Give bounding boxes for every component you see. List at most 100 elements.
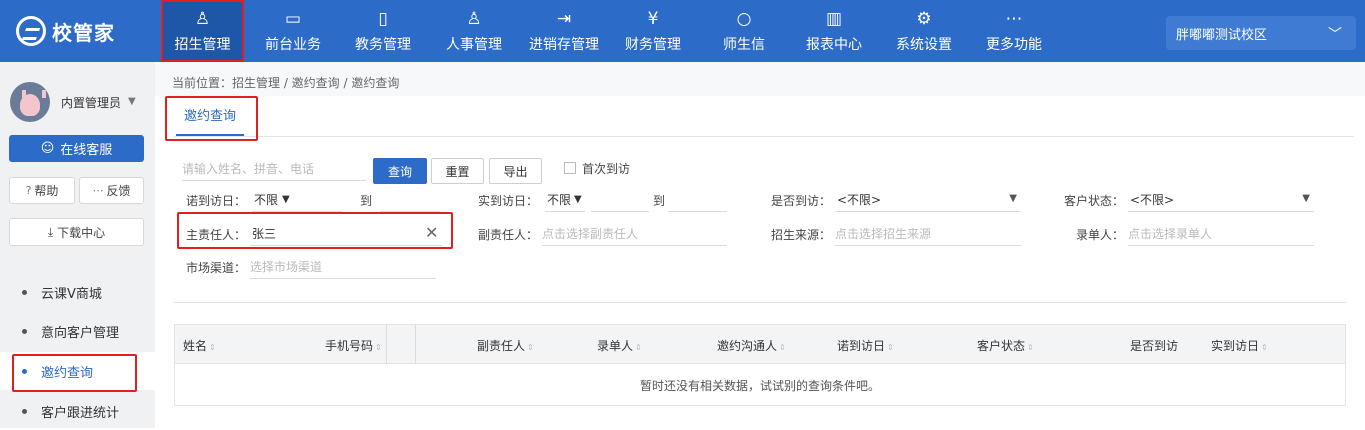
sidebar-item-intended-customers[interactable]: 意向客户管理 — [0, 312, 155, 350]
download-center-button[interactable]: ⤓ 下载中心 — [9, 218, 144, 246]
actual-date-start-select[interactable]: 不限 ▼ — [545, 188, 585, 212]
search-input-wrapper — [182, 157, 366, 181]
gear-icon: ⚙ — [916, 8, 932, 29]
deputy-input-wrapper — [542, 222, 727, 246]
caret-down-icon[interactable]: ▼ — [128, 96, 136, 107]
source-label: 招生来源： — [771, 228, 832, 242]
breadcrumb: 当前位置：招生管理 / 邀约查询 / 邀约查询 — [172, 76, 400, 90]
nav-label: 招生管理 — [174, 36, 231, 53]
nav-label: 更多功能 — [986, 36, 1042, 53]
nav-inventory-management[interactable]: ⇥ 进销存管理 — [522, 0, 606, 62]
sort-icon: ⇕ — [887, 343, 894, 352]
sort-icon: ⇕ — [635, 343, 642, 352]
sidebar: 内置管理员 ▼ ☺ 在线客服 ? 帮助 ⋯ 反馈 ⤓ 下载中心 云课V商城 意向… — [0, 62, 155, 428]
column-separator — [386, 325, 387, 364]
column-header-promise-date[interactable]: 诺到访日 ⇕ — [837, 337, 894, 354]
source-input-wrapper — [835, 222, 1021, 246]
sidebar-item-yunke-mall[interactable]: 云课V商城 — [0, 273, 155, 311]
chat-bubble-icon: ○ — [736, 8, 752, 29]
visited-select[interactable]: <不限> ▼ — [835, 188, 1021, 212]
search-input[interactable] — [182, 157, 366, 180]
sidebar-item-followup-stats[interactable]: 客户跟进统计 — [0, 392, 155, 430]
column-separator — [415, 325, 416, 364]
first-visit-checkbox[interactable] — [564, 162, 576, 174]
nav-label: 系统设置 — [896, 36, 952, 53]
feedback-button[interactable]: ⋯ 反馈 — [79, 177, 144, 204]
actual-date-end-input[interactable] — [668, 188, 727, 212]
clear-icon[interactable]: ✕ — [425, 223, 438, 242]
sidebar-item-label: 客户跟进统计 — [41, 405, 120, 421]
recorder-label: 录单人： — [1076, 228, 1125, 242]
deputy-input[interactable] — [542, 222, 727, 245]
avatar[interactable] — [10, 82, 50, 122]
yen-shield-icon: ¥ — [647, 8, 659, 29]
sidebar-item-label: 邀约查询 — [41, 365, 94, 381]
nav-teacher-student-messages[interactable]: ○ 师生信 — [705, 0, 783, 62]
sort-icon: ⇕ — [1027, 343, 1034, 352]
visited-label: 是否到访： — [771, 194, 832, 208]
actual-date-start-value: 不限 — [547, 193, 572, 207]
status-select[interactable]: <不限> ▼ — [1128, 188, 1314, 212]
owner-input[interactable]: 张三 — [250, 222, 442, 246]
column-header-visited[interactable]: 是否到访 — [1130, 337, 1178, 354]
nav-report-center[interactable]: ▥ 报表中心 — [795, 0, 873, 62]
caret-down-icon: ▼ — [1009, 193, 1017, 204]
nav-front-desk[interactable]: ▭ 前台业务 — [254, 0, 332, 62]
column-header-phone[interactable]: 手机号码 ⇕ — [325, 337, 382, 354]
more-dots-icon: ⋯ — [1005, 8, 1023, 29]
online-service-label: 在线客服 — [60, 143, 113, 158]
column-header-recorder[interactable]: 录单人 ⇕ — [597, 337, 642, 354]
sort-icon: ⇕ — [527, 343, 534, 352]
query-button[interactable]: 查询 — [373, 158, 427, 184]
column-header-actual-date[interactable]: 实到访日 ⇕ — [1211, 337, 1268, 354]
bullet-dot-icon — [22, 368, 27, 374]
recorder-input[interactable] — [1128, 222, 1314, 245]
logo[interactable]: 校管家 — [16, 14, 115, 48]
nav-hr-management[interactable]: ♙ 人事管理 — [435, 0, 513, 62]
nav-system-settings[interactable]: ⚙ 系统设置 — [885, 0, 963, 62]
message-dots-icon: ⋯ — [92, 184, 104, 197]
channel-input[interactable] — [250, 255, 436, 278]
source-input[interactable] — [835, 222, 1021, 245]
campus-selector[interactable]: 胖嘟嘟测试校区 ﹀ — [1166, 16, 1356, 50]
sidebar-item-label: 云课V商城 — [41, 286, 102, 302]
sidebar-item-label: 意向客户管理 — [41, 325, 120, 341]
nav-label: 报表中心 — [806, 36, 862, 53]
column-header-name[interactable]: 姓名 ⇕ — [183, 337, 216, 354]
person-plus-icon: ♙ — [194, 8, 211, 29]
nav-enrollment-management[interactable]: ♙ 招生管理 — [161, 0, 244, 62]
top-navigation-bar: 校管家 ♙ 招生管理 ▭ 前台业务 ▯ 教务管理 ♙ 人事管理 ⇥ 进销存管理 … — [0, 0, 1365, 62]
help-button[interactable]: ? 帮助 — [9, 177, 75, 204]
reset-button[interactable]: 重置 — [431, 158, 484, 184]
visited-value: <不限> — [837, 193, 882, 207]
channel-label: 市场渠道： — [186, 261, 247, 275]
help-label: 帮助 — [34, 184, 59, 198]
nav-label: 前台业务 — [265, 36, 321, 53]
chevron-down-icon: ﹀ — [1328, 27, 1342, 43]
nav-academic-affairs[interactable]: ▯ 教务管理 — [344, 0, 422, 62]
export-button[interactable]: 导出 — [489, 158, 542, 184]
promise-date-label: 诺到访日： — [186, 194, 247, 208]
download-icon: ⤓ — [47, 224, 54, 239]
user-name[interactable]: 内置管理员 — [61, 94, 121, 111]
sort-icon: ⇕ — [1261, 343, 1268, 352]
nav-finance-management[interactable]: ¥ 财务管理 — [614, 0, 692, 62]
promise-date-end-input[interactable] — [380, 188, 440, 212]
invitation-table: 姓名 ⇕ 手机号码 ⇕ 副责任人 ⇕ 录单人 ⇕ 邀约沟通人 ⇕ 诺到访日 ⇕ 客户状态 ⇕ … — [174, 324, 1346, 406]
status-value: <不限> — [1130, 193, 1175, 207]
online-service-button[interactable]: ☺ 在线客服 — [9, 135, 144, 162]
tab-invitation-query[interactable]: 邀约查询 — [176, 108, 245, 136]
sidebar-item-invitation-query[interactable]: 邀约查询 — [0, 352, 155, 390]
column-header-status[interactable]: 客户状态 ⇕ — [977, 337, 1034, 354]
deputy-label: 副责任人： — [478, 228, 539, 242]
promise-date-start-select[interactable]: 不限 ▼ — [252, 188, 342, 212]
book-icon: ▯ — [378, 8, 388, 29]
actual-date-start-input[interactable] — [591, 188, 649, 212]
nav-more-features[interactable]: ⋯ 更多功能 — [975, 0, 1053, 62]
download-center-label: 下载中心 — [57, 225, 106, 240]
column-header-inviter[interactable]: 邀约沟通人 ⇕ — [717, 337, 786, 354]
first-visit-label: 首次到访 — [582, 162, 631, 176]
column-header-deputy[interactable]: 副责任人 ⇕ — [477, 337, 534, 354]
promise-date-start-value: 不限 — [254, 193, 279, 207]
nav-label: 财务管理 — [625, 36, 681, 53]
